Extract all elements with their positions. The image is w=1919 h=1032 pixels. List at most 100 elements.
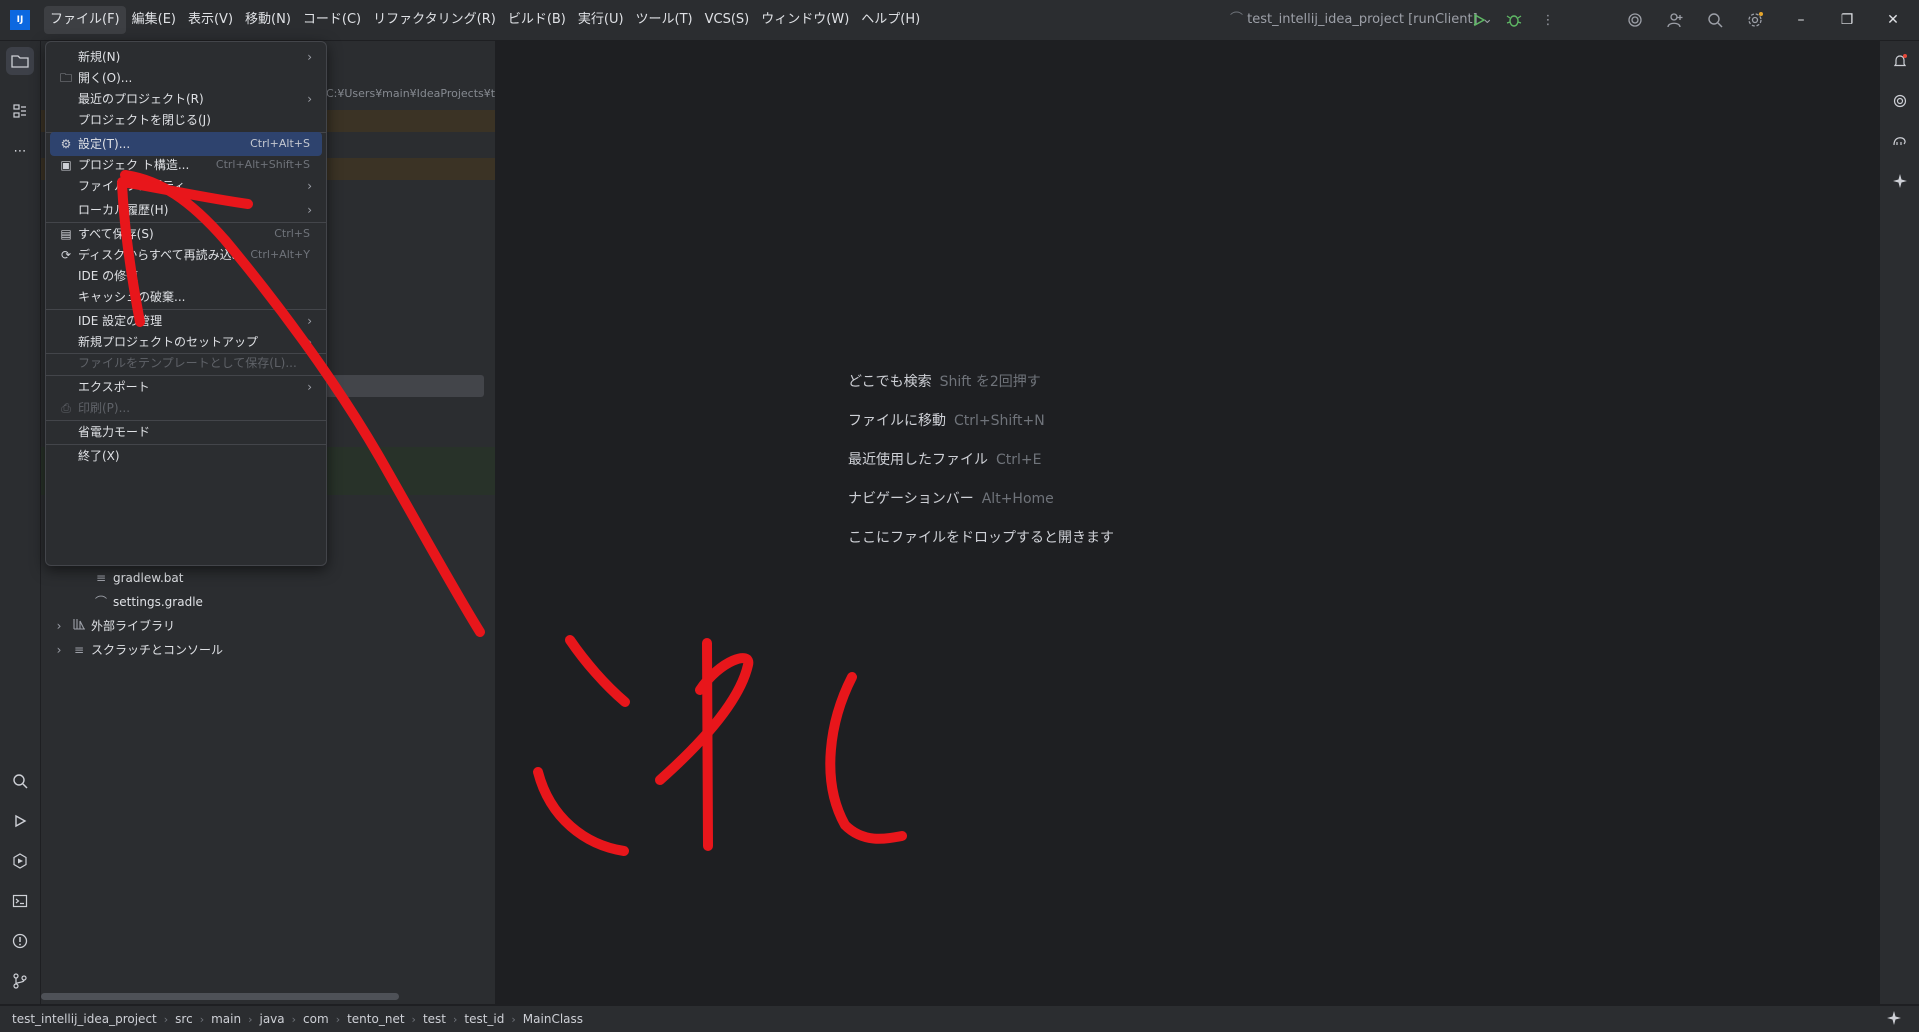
file-menu-item-label: キャッシュの破棄... (78, 290, 186, 304)
menu-item[interactable]: VCS(S) (699, 6, 756, 34)
chevron-right-icon: › (307, 203, 312, 217)
chevron-right-icon: › (163, 1012, 169, 1026)
hint-label: ここにファイルをドロップすると開きます (848, 530, 1114, 546)
file-menu-item[interactable]: ローカル履歴(H) › (50, 198, 322, 222)
breadcrumb-item[interactable]: main (211, 1012, 241, 1026)
tree-item-label: スクラッチとコンソール (91, 643, 224, 657)
main-menu-bar: ファイル(F) 編集(E) 表示(V) 移動(N) コード(C) リファクタリング(R) ビ… (44, 0, 926, 40)
chevron-right-icon: › (248, 1012, 253, 1026)
horizontal-scrollbar[interactable] (41, 993, 399, 1000)
hint-recent-files: 最近使用したファイル Ctrl+E (848, 449, 1042, 469)
left-tool-window-bar: ⋯ (0, 41, 41, 1004)
hint-label: ナビゲーションバー (848, 491, 974, 507)
scratch-icon: ≡ (73, 643, 85, 657)
tree-item-label: gradlew.bat (113, 571, 184, 585)
menu-item[interactable]: リファクタリング(R) (367, 6, 502, 34)
settings-icon[interactable] (1745, 10, 1765, 30)
hint-drop-files: ここにファイルをドロップすると開きます (848, 527, 1114, 547)
gradle-icon: ⌒ (94, 595, 107, 609)
tree-item-scratches[interactable]: › ≡ スクラッチとコンソール (51, 639, 223, 661)
menu-item[interactable]: ビルド(B) (502, 6, 572, 34)
close-button[interactable]: ✕ (1870, 0, 1916, 40)
text-file-icon: ≡ (95, 571, 107, 585)
git-branch-icon[interactable] (6, 967, 34, 995)
breadcrumb-item[interactable]: src (175, 1012, 193, 1026)
tree-item-external-libraries[interactable]: › 外部ライブラリ (51, 615, 175, 637)
tree-item-label: 外部ライブラリ (91, 619, 176, 633)
selected-tree-row[interactable] (316, 375, 484, 397)
notifications-icon[interactable] (1886, 47, 1914, 75)
menu-item[interactable]: ウィンドウ(W) (755, 6, 855, 34)
file-menu-item[interactable]: ファイルプロパティ › (50, 174, 322, 198)
problems-icon[interactable] (6, 927, 34, 955)
editor-empty-state: どこでも検索 Shift を2回押す ファイルに移動 Ctrl+Shift+N 最近… (496, 41, 1878, 1004)
print-icon: ⎙ (61, 401, 71, 415)
right-tool-window-bar (1879, 41, 1919, 1004)
hint-shortcut: Alt+Home (981, 491, 1054, 507)
hint-shortcut: Shift を2回押す (939, 374, 1041, 390)
file-menu-item[interactable]: キャッシュの破棄... (50, 285, 322, 309)
menu-item[interactable]: コード(C) (297, 6, 367, 34)
file-menu-item-label: 省電力モード (78, 425, 151, 439)
debug-icon[interactable] (1504, 10, 1524, 30)
tree-item-label: settings.gradle (113, 595, 203, 609)
app-logo-icon[interactable]: IJ (10, 10, 30, 30)
file-menu-dropdown: 新規(N) › 🗀 開く(O)... 最近のプロジェクト(R) › プロジェクトを閉じる(J… (45, 41, 327, 566)
file-menu-item-label: プロジェクトを閉じる(J) (78, 113, 211, 127)
project-switcher-label: test_intellij_idea_project [runClient] (1247, 12, 1478, 27)
tree-item-settings-gradle[interactable]: ⌒ settings.gradle (93, 591, 203, 613)
file-menu-item-label: 終了(X) (78, 449, 120, 463)
more-tools-icon[interactable]: ⋯ (6, 137, 34, 165)
project-switcher[interactable]: ⌒ test_intellij_idea_project [runClient]… (1230, 0, 1493, 40)
structure-icon[interactable] (6, 97, 34, 125)
menu-item[interactable]: 移動(N) (239, 6, 297, 34)
menu-item[interactable]: ファイル(F) (44, 6, 126, 34)
breadcrumb-item[interactable]: tento_net (347, 1012, 404, 1026)
hint-shortcut: Ctrl+Shift+N (954, 413, 1045, 429)
file-menu-item-label: 印刷(P)... (78, 401, 131, 415)
ai-status-icon[interactable] (1886, 1010, 1902, 1030)
tree-item-gradlew-bat[interactable]: ≡ gradlew.bat (93, 567, 183, 589)
breadcrumb-item[interactable]: MainClass (523, 1012, 583, 1026)
file-menu-item: ファイルをテンプレートとして保存(L)... (50, 351, 322, 375)
menu-item[interactable]: ツール(T) (630, 6, 699, 34)
services-icon[interactable] (6, 847, 34, 875)
run-tool-icon[interactable] (6, 807, 34, 835)
menu-item[interactable]: ヘルプ(H) (855, 6, 926, 34)
search-icon[interactable] (1705, 10, 1725, 30)
file-menu-item-label: ファイルプロパティ (78, 179, 186, 193)
minimize-button[interactable]: – (1778, 0, 1824, 40)
file-menu-item[interactable]: プロジェクトを閉じる(J) (50, 108, 322, 132)
ai-sparkle-icon[interactable] (1886, 167, 1914, 195)
project-root-path: C:¥Users¥main¥IdeaProjects¥test (326, 87, 496, 100)
gradle-tool-icon[interactable] (1886, 127, 1914, 155)
file-menu-item[interactable]: 終了(X) (50, 444, 322, 468)
chevron-right-icon: › (291, 1012, 297, 1026)
file-menu-item[interactable]: 省電力モード (50, 420, 322, 444)
hint-navigation-bar: ナビゲーションバー Alt+Home (848, 488, 1054, 508)
ai-chat-icon[interactable] (1886, 87, 1914, 115)
chevron-right-icon: › (307, 179, 312, 193)
breadcrumb-item[interactable]: com (303, 1012, 329, 1026)
navigation-breadcrumb-bar: test_intellij_idea_project › src › main › java… (0, 1005, 1919, 1032)
breadcrumb-item[interactable]: test_intellij_idea_project (12, 1012, 157, 1026)
hint-label: 最近使用したファイル (848, 452, 988, 468)
ai-assistant-icon[interactable] (1625, 10, 1645, 30)
more-vertical-icon[interactable]: ⋮ (1538, 10, 1558, 30)
menu-item[interactable]: 実行(U) (572, 6, 630, 34)
breadcrumb-item[interactable]: test (423, 1012, 446, 1026)
maximize-button[interactable]: ❐ (1824, 0, 1870, 40)
chevron-right-icon: › (56, 643, 62, 657)
menu-item[interactable]: 表示(V) (182, 6, 239, 34)
breadcrumb-item[interactable]: java (259, 1012, 284, 1026)
library-icon (71, 615, 87, 637)
file-menu-item-label: ファイルをテンプレートとして保存(L)... (78, 356, 297, 370)
title-bar: IJ ファイル(F) 編集(E) 表示(V) 移動(N) コード(C) リファクタリング(… (0, 0, 1919, 41)
run-icon[interactable] (1469, 10, 1489, 30)
find-icon[interactable] (6, 767, 34, 795)
add-user-icon[interactable] (1665, 10, 1685, 30)
project-tool-folder-icon[interactable] (6, 47, 34, 75)
menu-item[interactable]: 編集(E) (126, 6, 182, 34)
breadcrumb-item[interactable]: test_id (464, 1012, 504, 1026)
terminal-icon[interactable] (6, 887, 34, 915)
